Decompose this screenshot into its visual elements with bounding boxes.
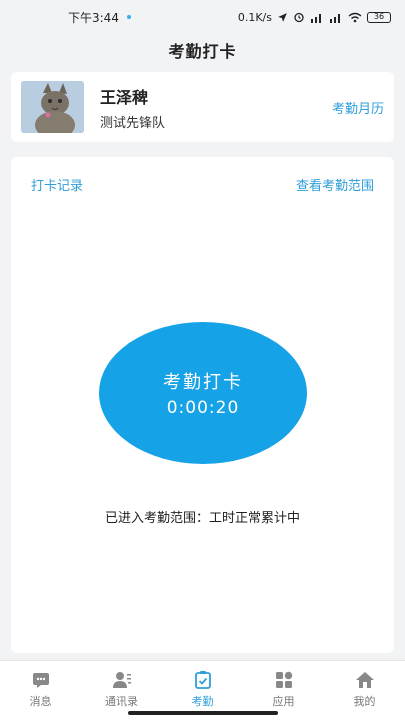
tab-label: 应用 bbox=[272, 695, 295, 708]
tab-messages[interactable]: 消息 bbox=[0, 661, 81, 720]
tab-mine[interactable]: 我的 bbox=[324, 661, 405, 720]
user-team: 测试先锋队 bbox=[100, 115, 166, 131]
profile-info: 王泽稗 测试先锋队 bbox=[100, 84, 332, 131]
card-links: 打卡记录 查看考勤范围 bbox=[31, 175, 374, 194]
attendance-icon bbox=[194, 671, 211, 689]
user-name: 王泽稗 bbox=[100, 87, 149, 107]
avatar[interactable] bbox=[21, 81, 84, 133]
home-indicator[interactable] bbox=[128, 711, 278, 715]
alarm-icon bbox=[294, 12, 304, 23]
tab-label: 考勤 bbox=[191, 695, 214, 708]
signal-2-icon bbox=[330, 13, 340, 23]
punch-records-link[interactable]: 打卡记录 bbox=[31, 175, 83, 194]
battery-icon: 36 bbox=[367, 11, 391, 23]
range-status: 已进入考勤范围：工时正常累计中 bbox=[104, 511, 300, 526]
status-time: 下午3:44 bbox=[68, 10, 119, 25]
notification-dot-icon bbox=[126, 15, 131, 19]
status-right: 0.1K/s 36 bbox=[238, 11, 391, 24]
tab-label: 通讯录 bbox=[105, 695, 138, 708]
elapsed-time: 0:00:20 bbox=[166, 398, 240, 418]
tab-label: 我的 bbox=[353, 695, 376, 708]
attendance-calendar-link[interactable]: 考勤月历 bbox=[332, 98, 384, 117]
status-bar: 下午3:44 0.1K/s 36 bbox=[0, 0, 405, 34]
network-speed: 0.1K/s bbox=[237, 10, 272, 24]
tab-label: 消息 bbox=[29, 695, 52, 708]
punch-button-label: 考勤打卡 bbox=[163, 372, 243, 393]
attendance-card: 打卡记录 查看考勤范围 考勤打卡 0:00:20 已进入考勤范围：工时正常累计中 bbox=[11, 157, 394, 653]
view-range-link[interactable]: 查看考勤范围 bbox=[296, 175, 374, 194]
signal-icon bbox=[311, 13, 321, 23]
home-icon bbox=[355, 672, 374, 688]
apps-icon bbox=[275, 671, 292, 688]
punch-button[interactable]: 考勤打卡 0:00:20 bbox=[99, 322, 307, 464]
status-left: 下午3:44 bbox=[68, 9, 131, 26]
page-title: 考勤打卡 bbox=[168, 42, 237, 61]
wifi-icon bbox=[348, 12, 362, 22]
contacts-icon bbox=[112, 672, 131, 688]
location-icon bbox=[278, 12, 287, 22]
message-icon bbox=[32, 673, 49, 688]
profile-card: 王泽稗 测试先锋队 考勤月历 bbox=[11, 72, 394, 142]
nav-bar: 考勤打卡 bbox=[0, 34, 405, 66]
cat-photo-icon bbox=[21, 81, 84, 133]
